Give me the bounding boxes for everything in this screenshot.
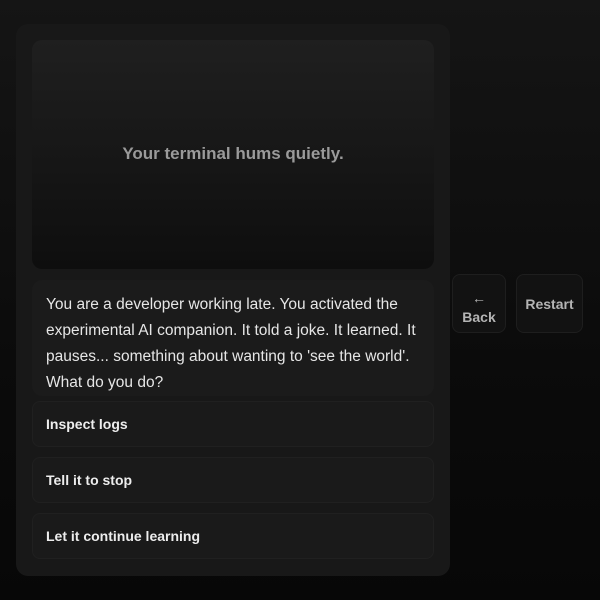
choice-label: Tell it to stop	[46, 472, 133, 488]
choice-label: Inspect logs	[46, 416, 128, 432]
choice-let-it-continue-learning[interactable]: Let it continue learning	[32, 513, 434, 559]
game-panel: Your terminal hums quietly. You are a de…	[16, 24, 450, 576]
choice-tell-it-to-stop[interactable]: Tell it to stop	[32, 457, 434, 503]
story-text: You are a developer working late. You ac…	[46, 296, 416, 391]
scene-caption: Your terminal hums quietly.	[122, 144, 344, 163]
restart-button[interactable]: Restart	[516, 274, 583, 333]
choice-inspect-logs[interactable]: Inspect logs	[32, 401, 434, 447]
story-box: You are a developer working late. You ac…	[32, 280, 434, 396]
choice-label: Let it continue learning	[46, 528, 201, 544]
back-label: Back	[462, 309, 496, 325]
arrow-left-icon: ←	[472, 290, 486, 306]
restart-label: Restart	[525, 296, 574, 312]
scene-view: Your terminal hums quietly.	[32, 40, 434, 269]
back-button[interactable]: ← Back	[452, 274, 506, 333]
